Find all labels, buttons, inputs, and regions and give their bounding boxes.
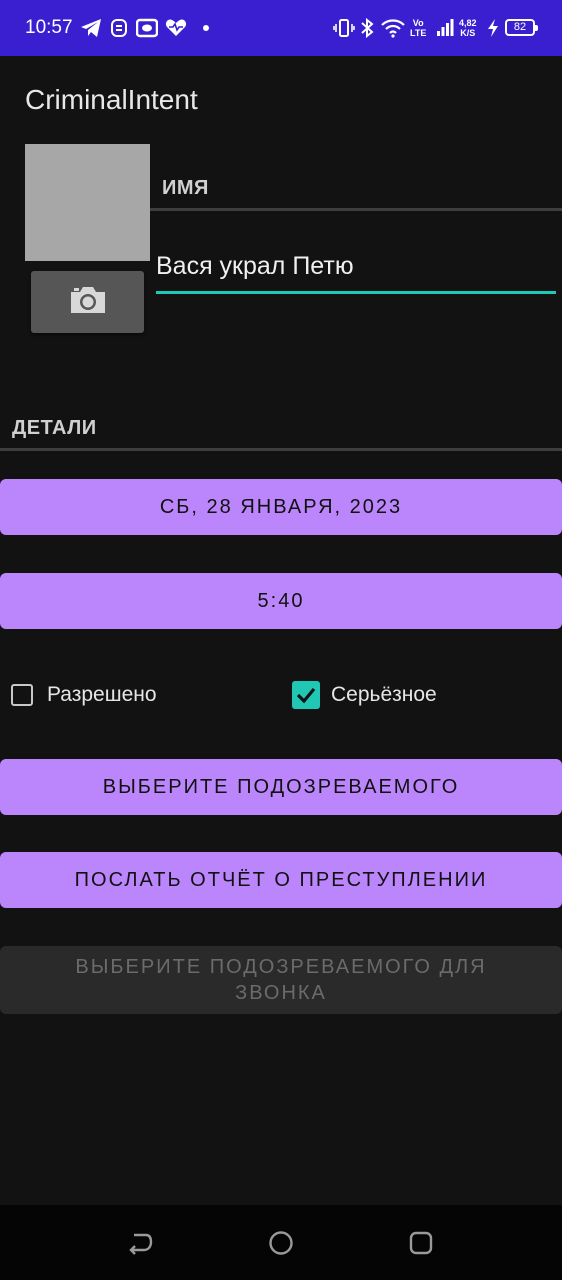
camera-button[interactable] (31, 271, 144, 333)
camera-icon (68, 284, 108, 321)
serious-checkbox[interactable]: Серьёзное (292, 678, 437, 712)
time-button[interactable]: 5:40 (0, 573, 562, 629)
volte-line2: LTE (410, 28, 427, 38)
screen: 10:57 Vo LTE 4,82 K/S 82 CriminalIntent … (0, 0, 562, 1280)
serious-checkbox-box[interactable] (292, 681, 320, 709)
navigation-bar (0, 1205, 562, 1280)
screen-record-icon (136, 17, 158, 39)
solved-label: Разрешено (47, 683, 157, 706)
recents-icon (409, 1231, 433, 1255)
name-label: ИМЯ (162, 177, 209, 199)
back-icon (129, 1233, 153, 1255)
details-label: ДЕТАЛИ (12, 417, 97, 439)
charging-icon (486, 17, 500, 39)
volte-indicator: Vo LTE (410, 18, 426, 38)
network-speed-unit: K/S (460, 28, 476, 38)
network-speed: 4,82 K/S (459, 18, 477, 38)
vpn-icon (110, 17, 128, 39)
telegram-icon (80, 17, 102, 39)
recents-button[interactable] (405, 1227, 437, 1259)
name-divider (150, 208, 562, 211)
back-button[interactable] (124, 1227, 156, 1259)
home-icon (269, 1231, 293, 1255)
vibrate-icon (333, 17, 355, 39)
status-time: 10:57 (25, 17, 73, 38)
choose-suspect-button[interactable]: ВЫБЕРИТЕ ПОДОЗРЕВАЕМОГО (0, 759, 562, 815)
checkmark-icon (296, 687, 316, 704)
home-button[interactable] (265, 1227, 297, 1259)
details-divider (0, 448, 562, 451)
app-title: CriminalIntent (25, 84, 198, 115)
heart-rate-icon (165, 17, 187, 39)
battery-indicator: 82 (505, 19, 538, 36)
status-bar: 10:57 Vo LTE 4,82 K/S 82 (0, 0, 562, 56)
crime-title-input[interactable] (156, 250, 556, 294)
solved-checkbox-box[interactable] (11, 684, 33, 706)
send-report-button[interactable]: ПОСЛАТЬ ОТЧЁТ О ПРЕСТУПЛЕНИИ (0, 852, 562, 908)
call-suspect-button[interactable]: ВЫБЕРИТЕ ПОДОЗРЕВАЕМОГО ДЛЯ ЗВОНКА (0, 946, 562, 1014)
signal-icon (436, 17, 454, 39)
serious-label: Серьёзное (331, 683, 437, 706)
volte-line1: Vo (412, 18, 424, 28)
bluetooth-icon (360, 17, 374, 39)
notification-dot-icon (202, 17, 210, 39)
solved-checkbox[interactable]: Разрешено (11, 678, 157, 712)
network-speed-value: 4,82 (459, 18, 477, 28)
date-button[interactable]: СБ, 28 ЯНВАРЯ, 2023 (0, 479, 562, 535)
wifi-icon (381, 17, 405, 39)
crime-photo (25, 144, 150, 261)
